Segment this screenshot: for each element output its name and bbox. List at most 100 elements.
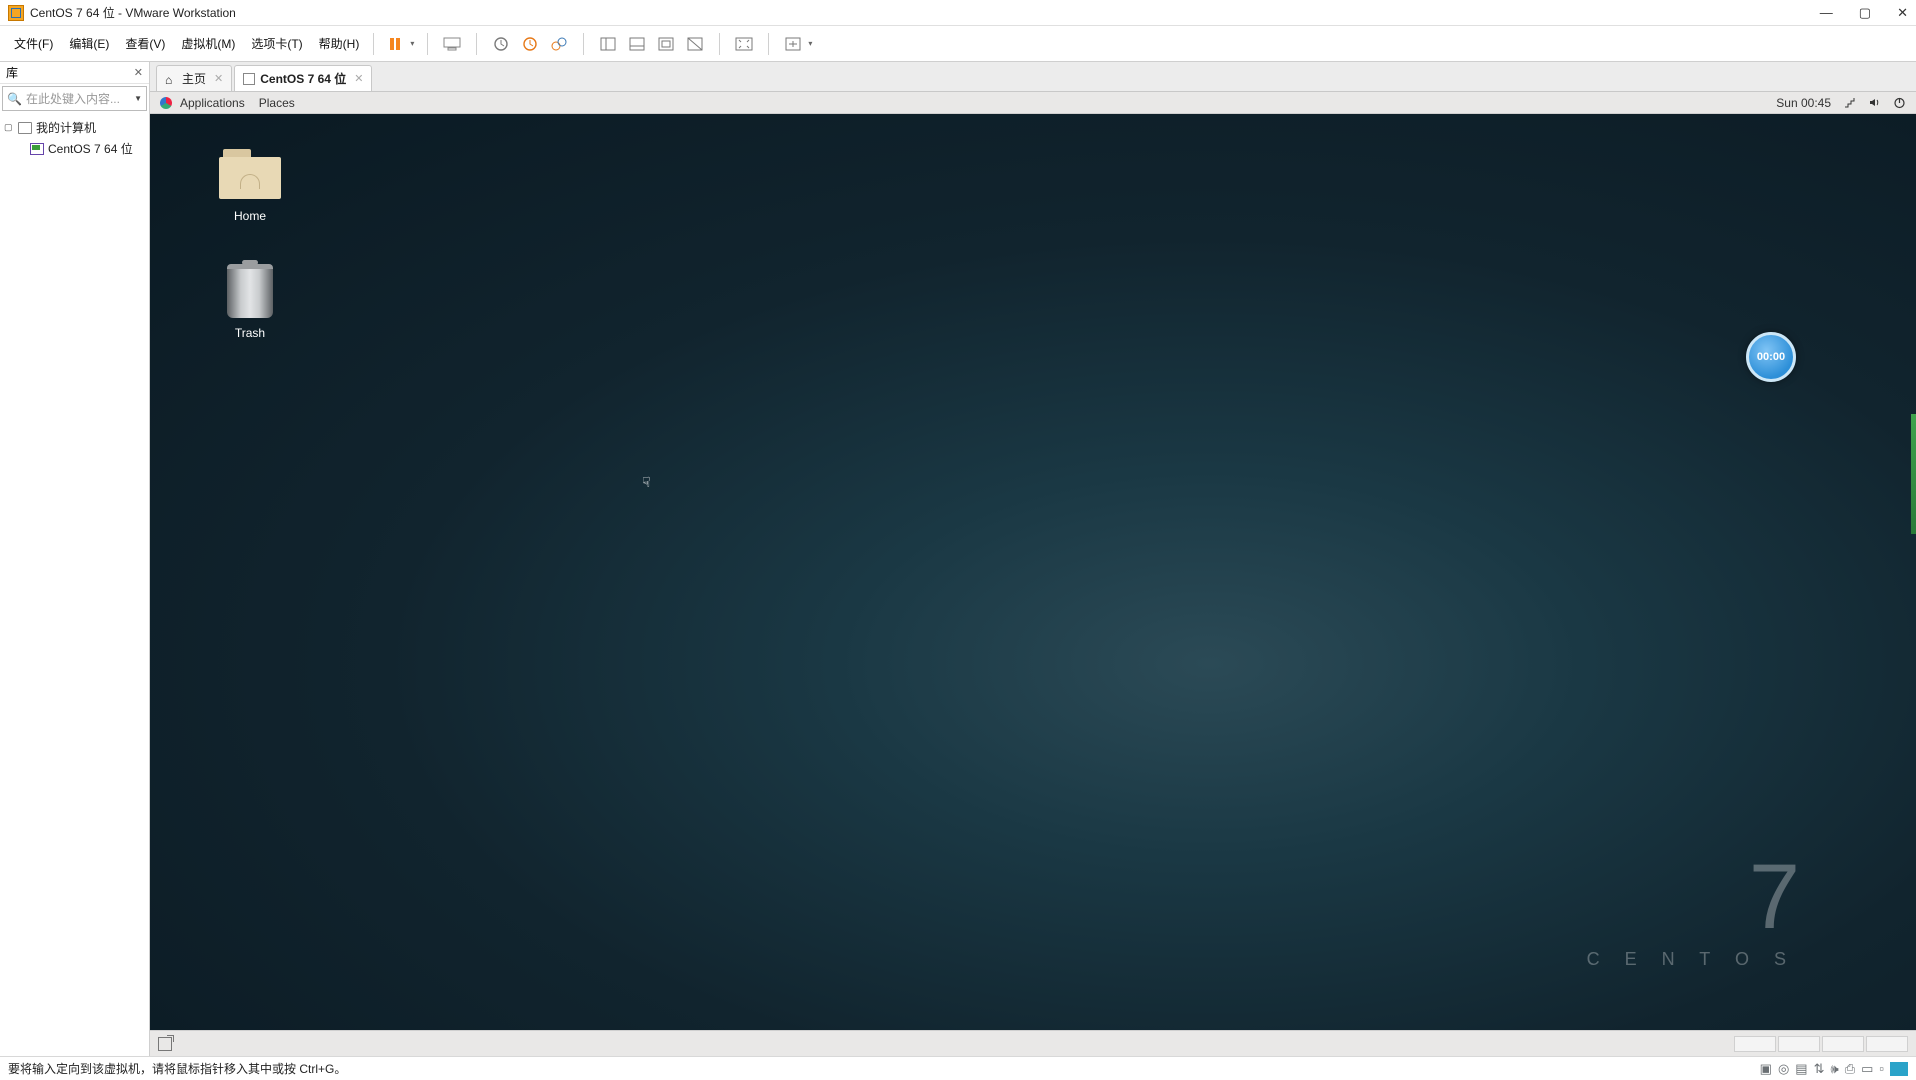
tree-root-label: 我的计算机: [36, 119, 96, 136]
status-chip: [1866, 1036, 1908, 1052]
layout-bottom-icon[interactable]: [626, 33, 648, 55]
collapse-icon[interactable]: ▢: [4, 122, 14, 133]
tree-vm-centos[interactable]: CentOS 7 64 位: [0, 138, 149, 159]
separator: [427, 33, 428, 55]
sidebar-search-input[interactable]: 🔍 在此处键入内容... ▼: [2, 86, 147, 111]
separator: [719, 33, 720, 55]
chevron-down-icon[interactable]: ▾: [410, 39, 414, 48]
volume-icon[interactable]: [1868, 96, 1881, 109]
network-icon[interactable]: [1843, 96, 1856, 109]
computer-icon: [18, 122, 32, 134]
vm-bottom-bar: [150, 1030, 1916, 1056]
menu-toolbar-row: 文件(F) 编辑(E) 查看(V) 虚拟机(M) 选项卡(T) 帮助(H) ▾: [0, 26, 1916, 62]
sound-icon[interactable]: 🕪: [1830, 1061, 1838, 1077]
message-icon[interactable]: [1890, 1062, 1908, 1076]
menu-help[interactable]: 帮助(H): [311, 31, 368, 56]
network-adapter-icon[interactable]: ▤: [1795, 1061, 1807, 1077]
sidebar-header: 库 ✕: [0, 62, 149, 84]
status-chip: [1778, 1036, 1820, 1052]
desktop-home-icon[interactable]: Home: [200, 149, 300, 223]
snapshot-manager-icon[interactable]: [548, 33, 570, 55]
layout-full-icon[interactable]: [655, 33, 677, 55]
sidebar-close-button[interactable]: ✕: [134, 66, 143, 79]
edge-handle[interactable]: [1911, 414, 1916, 534]
pause-button[interactable]: [384, 33, 406, 55]
menu-vm[interactable]: 虚拟机(M): [173, 31, 243, 56]
status-chip: [1822, 1036, 1864, 1052]
desktop-trash-icon[interactable]: Trash: [200, 264, 300, 340]
menu-edit[interactable]: 编辑(E): [61, 31, 117, 56]
centos-name: C E N T O S: [1587, 949, 1796, 970]
tree-vm-label: CentOS 7 64 位: [48, 140, 133, 157]
separator: [373, 33, 374, 55]
content-area: 库 ✕ 🔍 在此处键入内容... ▼ ▢ 我的计算机 CentOS 7 64 位…: [0, 62, 1916, 1056]
folder-icon: [219, 149, 281, 199]
gnome-applications-menu[interactable]: Applications: [180, 96, 245, 110]
maximize-button[interactable]: ▢: [1859, 5, 1871, 21]
tab-close-icon[interactable]: ✕: [214, 72, 223, 85]
vm-icon: [243, 73, 255, 85]
search-icon: 🔍: [7, 92, 22, 106]
tab-close-icon[interactable]: ✕: [354, 72, 363, 85]
gnome-right: Sun 00:45: [1776, 96, 1906, 110]
vm-icon: [30, 143, 44, 155]
snapshot-revert-icon[interactable]: [519, 33, 541, 55]
printer-icon[interactable]: ⎙: [1845, 1061, 1855, 1077]
separator: [476, 33, 477, 55]
power-icon[interactable]: [1893, 96, 1906, 109]
close-button[interactable]: ✕: [1897, 5, 1908, 21]
tree-root-my-computer[interactable]: ▢ 我的计算机: [0, 117, 149, 138]
chevron-down-icon[interactable]: ▾: [808, 39, 812, 48]
gnome-clock[interactable]: Sun 00:45: [1776, 96, 1831, 110]
fullscreen-enter-icon[interactable]: [733, 33, 755, 55]
desktop-home-label: Home: [200, 209, 300, 223]
home-icon: ⌂: [165, 73, 177, 85]
trash-icon: [227, 264, 273, 318]
library-sidebar: 库 ✕ 🔍 在此处键入内容... ▼ ▢ 我的计算机 CentOS 7 64 位: [0, 62, 150, 1056]
window-title: CentOS 7 64 位 - VMware Workstation: [30, 4, 236, 21]
menu-bar: 文件(F) 编辑(E) 查看(V) 虚拟机(M) 选项卡(T) 帮助(H): [0, 31, 367, 56]
search-placeholder: 在此处键入内容...: [26, 90, 120, 107]
library-tree: ▢ 我的计算机 CentOS 7 64 位: [0, 113, 149, 163]
display-icon[interactable]: ▭: [1861, 1061, 1873, 1077]
sidebar-title: 库: [6, 64, 18, 81]
timer-widget[interactable]: 00:00: [1746, 332, 1796, 382]
status-chips: [1734, 1036, 1908, 1052]
menu-file[interactable]: 文件(F): [6, 31, 61, 56]
device-icons: ▣ ◎ ▤ ⇅ 🕪 ⎙ ▭ ▫: [1760, 1061, 1908, 1077]
vm-tabs: ⌂ 主页 ✕ CentOS 7 64 位 ✕: [150, 62, 1916, 92]
gnome-activities-icon[interactable]: [160, 97, 172, 109]
gnome-left: Applications Places: [160, 96, 295, 110]
gnome-places-menu[interactable]: Places: [259, 96, 295, 110]
usb-icon[interactable]: ⇅: [1814, 1061, 1825, 1077]
tab-home[interactable]: ⌂ 主页 ✕: [156, 65, 232, 91]
send-ctrl-alt-del-icon[interactable]: [441, 33, 463, 55]
menu-view[interactable]: 查看(V): [117, 31, 173, 56]
status-text: 要将输入定向到该虚拟机，请将鼠标指针移入其中或按 Ctrl+G。: [8, 1060, 346, 1077]
minimize-button[interactable]: —: [1820, 5, 1833, 21]
harddisk-icon[interactable]: ▣: [1760, 1061, 1772, 1077]
window-controls: — ▢ ✕: [1820, 5, 1908, 21]
separator: [768, 33, 769, 55]
snapshot-take-icon[interactable]: [490, 33, 512, 55]
mouse-cursor-icon: ☟: [642, 474, 651, 491]
status-bar: 要将输入定向到该虚拟机，请将鼠标指针移入其中或按 Ctrl+G。 ▣ ◎ ▤ ⇅…: [0, 1056, 1916, 1080]
status-chip: [1734, 1036, 1776, 1052]
fullscreen-exit-icon[interactable]: [158, 1037, 172, 1051]
vmware-app-icon: [8, 5, 24, 21]
stretch-icon[interactable]: [782, 33, 804, 55]
floppy-icon[interactable]: ▫: [1879, 1061, 1884, 1076]
unity-icon[interactable]: [684, 33, 706, 55]
title-bar: CentOS 7 64 位 - VMware Workstation — ▢ ✕: [0, 0, 1916, 26]
tab-home-label: 主页: [182, 70, 206, 87]
guest-desktop[interactable]: Home Trash 00:00 ☟ 7 C E N T O S: [150, 114, 1916, 1030]
cd-icon[interactable]: ◎: [1778, 1061, 1789, 1077]
centos-brand: 7 C E N T O S: [1587, 861, 1796, 970]
menu-tabs[interactable]: 选项卡(T): [243, 31, 310, 56]
tab-centos[interactable]: CentOS 7 64 位 ✕: [234, 65, 372, 91]
timer-value: 00:00: [1757, 351, 1785, 363]
layout-side-icon[interactable]: [597, 33, 619, 55]
separator: [583, 33, 584, 55]
main-area: ⌂ 主页 ✕ CentOS 7 64 位 ✕ Applications Plac…: [150, 62, 1916, 1056]
chevron-down-icon[interactable]: ▼: [134, 94, 142, 103]
